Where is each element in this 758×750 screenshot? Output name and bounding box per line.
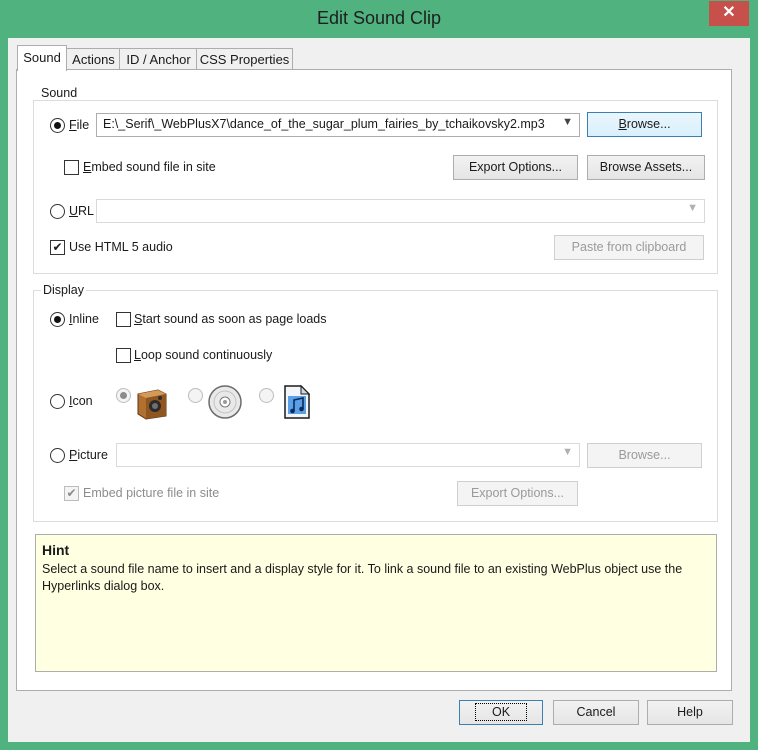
html5-audio-checkbox[interactable]: ✔ <box>50 240 65 255</box>
html5-audio-label: Use HTML 5 audio <box>69 240 173 254</box>
picture-export-options-button[interactable]: Export Options... <box>457 481 578 506</box>
chevron-down-icon[interactable]: ▼ <box>562 446 573 458</box>
loop-sound-checkbox[interactable] <box>116 348 131 363</box>
embed-sound-label: Embed sound file in site <box>83 160 216 174</box>
hint-body: Select a sound file name to insert and a… <box>42 562 683 593</box>
picture-radio[interactable] <box>50 448 65 463</box>
start-on-load-label: Start sound as soon as page loads <box>134 312 327 326</box>
ok-button[interactable]: OK <box>459 700 543 725</box>
help-button[interactable]: Help <box>647 700 733 725</box>
embed-picture-label: Embed picture file in site <box>83 486 220 500</box>
close-button[interactable]: ✕ <box>709 1 749 26</box>
export-options-button[interactable]: Export Options... <box>453 155 578 180</box>
file-path-combo[interactable]: E:\_Serif\_WebPlusX7\dance_of_the_sugar_… <box>96 113 580 137</box>
cd-disc-icon[interactable] <box>207 384 243 420</box>
hint-panel: Hint Select a sound file name to insert … <box>35 534 717 672</box>
hint-title: Hint <box>42 542 70 558</box>
icon-option-speaker-radio[interactable] <box>116 388 131 403</box>
chevron-down-icon[interactable]: ▼ <box>562 116 573 128</box>
music-file-icon[interactable] <box>283 384 311 420</box>
picture-browse-button[interactable]: Browse... <box>587 443 702 468</box>
embed-picture-checkbox[interactable]: ✔ <box>64 486 79 501</box>
window-title: Edit Sound Clip <box>316 8 442 28</box>
chevron-down-icon[interactable]: ▼ <box>687 202 698 214</box>
file-path-value: E:\_Serif\_WebPlusX7\dance_of_the_sugar_… <box>103 117 545 131</box>
icon-radio[interactable] <box>50 394 65 409</box>
picture-radio-label: Picture <box>69 448 108 462</box>
tab-sound[interactable]: Sound <box>17 45 67 71</box>
browse-button[interactable]: Browse... <box>587 112 702 137</box>
start-on-load-checkbox[interactable] <box>116 312 131 327</box>
url-radio-label: URL <box>69 204 95 218</box>
sound-group-label: Sound <box>39 86 80 100</box>
tab-css-properties[interactable]: CSS Properties <box>196 48 293 70</box>
picture-combo[interactable]: ▼ <box>116 443 580 467</box>
loop-sound-label: Loop sound continuously <box>134 348 273 362</box>
url-radio[interactable] <box>50 204 65 219</box>
url-combo[interactable]: ▼ <box>96 199 705 223</box>
display-group-label: Display <box>41 283 86 297</box>
paste-clipboard-button[interactable]: Paste from clipboard <box>554 235 704 260</box>
inline-radio-label: Inline <box>69 312 99 326</box>
file-radio-label: File <box>69 118 90 132</box>
file-radio[interactable] <box>50 118 65 133</box>
embed-sound-checkbox[interactable] <box>64 160 79 175</box>
ok-label: OK <box>474 703 528 721</box>
cancel-button[interactable]: Cancel <box>553 700 639 725</box>
inline-radio[interactable] <box>50 312 65 327</box>
icon-radio-label: Icon <box>69 394 93 408</box>
speaker-icon[interactable] <box>136 384 170 420</box>
icon-option-file-radio[interactable] <box>259 388 274 403</box>
icon-option-cd-radio[interactable] <box>188 388 203 403</box>
browse-assets-button[interactable]: Browse Assets... <box>587 155 705 180</box>
tab-actions[interactable]: Actions <box>66 48 121 70</box>
tab-id-anchor[interactable]: ID / Anchor <box>119 48 198 70</box>
